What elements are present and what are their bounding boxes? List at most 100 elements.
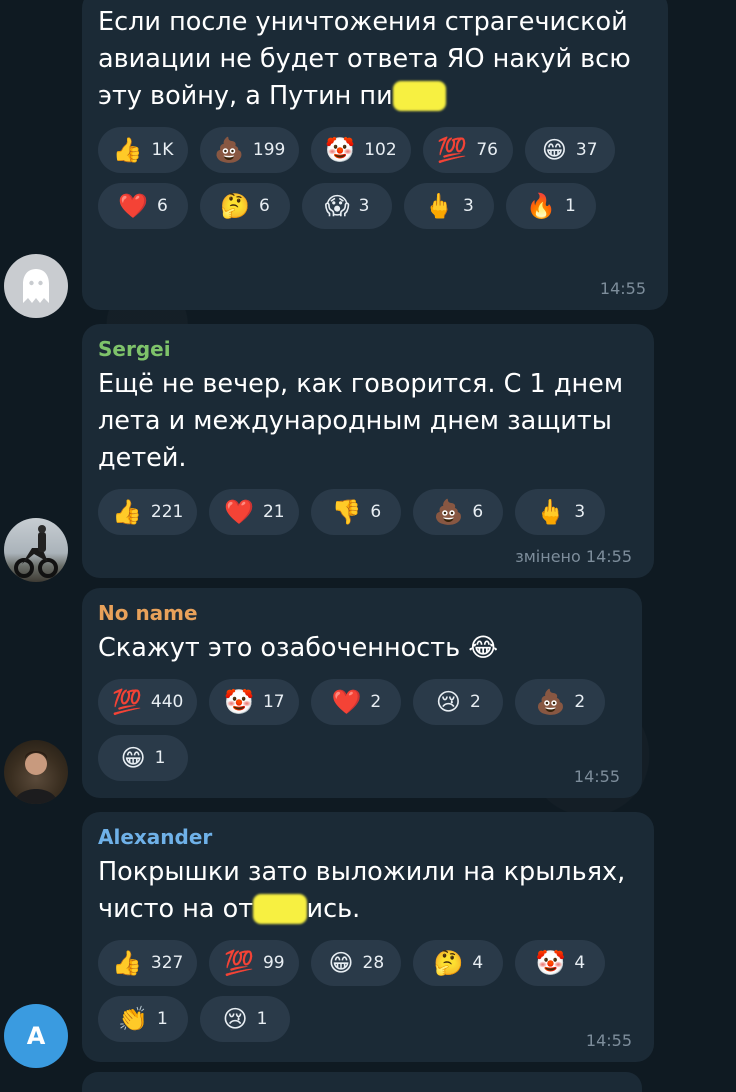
motorcycle-photo — [14, 525, 58, 578]
message-text: Если после уничтожения страгечиской авиа… — [98, 7, 631, 111]
reaction-count: 37 — [575, 140, 598, 160]
reaction-emoji-icon: 😢 — [435, 688, 461, 716]
reaction-count: 1 — [157, 1009, 168, 1029]
reaction-chip[interactable]: 👏 1 — [98, 996, 188, 1042]
reaction-emoji-icon: 🤔 — [220, 192, 251, 220]
reaction-count: 221 — [150, 502, 184, 522]
reaction-emoji-icon: 😁 — [120, 744, 146, 772]
reaction-count: 3 — [574, 502, 586, 522]
reaction-emoji-icon: 😁 — [328, 949, 354, 977]
reaction-count: 327 — [150, 953, 184, 973]
reaction-count: 1 — [154, 748, 166, 768]
reaction-chip[interactable]: 😁 28 — [311, 940, 402, 986]
reaction-chip[interactable]: 🖕 3 — [404, 183, 494, 229]
reaction-count: 1K — [151, 140, 174, 160]
reaction-chip[interactable]: 😁 37 — [524, 127, 615, 173]
reaction-emoji-icon: 😱 — [324, 192, 350, 220]
reaction-count: 1 — [565, 196, 576, 216]
reaction-emoji-icon: 👎 — [331, 498, 362, 526]
reaction-emoji-icon: 👏 — [118, 1005, 149, 1033]
next-message-bubble — [82, 1072, 642, 1092]
reaction-chip[interactable]: 🤔 4 — [413, 940, 504, 986]
reaction-chip[interactable]: 😢 1 — [200, 996, 290, 1042]
avatar[interactable] — [4, 740, 68, 804]
reaction-count: 17 — [262, 692, 285, 712]
reaction-chip[interactable]: 😱 3 — [302, 183, 392, 229]
reaction-emoji-icon: ❤️ — [224, 498, 254, 526]
reactions-row: 👍 221 ❤️ 21 👎 6 💩 6 🖕 3 — [98, 489, 638, 535]
reaction-chip[interactable]: ❤️ 6 — [98, 183, 188, 229]
reaction-emoji-icon: ❤️ — [118, 192, 149, 220]
reaction-chip[interactable]: 🔥 1 — [506, 183, 596, 229]
message-bubble[interactable]: No name Скажут это озабоченность 😂 💯 440 🤡… — [82, 588, 642, 798]
reaction-count: 1 — [256, 1009, 268, 1029]
reaction-count: 2 — [469, 692, 481, 712]
reaction-chip[interactable]: 👎 6 — [311, 489, 402, 535]
reaction-chip[interactable]: 💯 99 — [209, 940, 300, 986]
reaction-count: 3 — [463, 196, 474, 216]
reactions-row: 💯 440 🤡 17 ❤️ 2 😢 2 💩 2 😁 1 — [98, 679, 638, 781]
message-text: Ещё не вечер, как говорится. С 1 днем ле… — [98, 369, 624, 473]
reaction-count: 21 — [262, 502, 285, 522]
reaction-count: 4 — [472, 953, 484, 973]
reaction-emoji-icon: 💯 — [112, 688, 142, 716]
avatar[interactable] — [4, 518, 68, 582]
sender-name[interactable]: No name — [98, 602, 626, 624]
reaction-chip[interactable]: ❤️ 21 — [209, 489, 300, 535]
reaction-count: 440 — [150, 692, 184, 712]
message-time: 14:55 — [573, 767, 620, 786]
reaction-count: 6 — [157, 196, 168, 216]
message-bubble[interactable]: Alexander Покрышки зато выложили на крыл… — [82, 812, 654, 1062]
reaction-chip[interactable]: 👍 1K — [98, 127, 188, 173]
reaction-emoji-icon: 💩 — [214, 136, 244, 164]
sender-name[interactable]: Alexander — [98, 826, 638, 848]
reaction-count: 102 — [364, 140, 397, 160]
reaction-emoji-icon: 🤡 — [224, 688, 254, 716]
avatar[interactable]: A — [4, 1004, 68, 1068]
reaction-count: 2 — [370, 692, 382, 712]
reaction-count: 6 — [259, 196, 270, 216]
reaction-chip[interactable]: 💩 199 — [200, 127, 300, 173]
reaction-emoji-icon: 🖕 — [535, 498, 566, 526]
reaction-chip[interactable]: 🤔 6 — [200, 183, 290, 229]
reaction-emoji-icon: 😁 — [541, 136, 567, 164]
reaction-count: 76 — [476, 140, 498, 160]
reaction-chip[interactable]: 🖕 3 — [515, 489, 606, 535]
reaction-chip[interactable]: ❤️ 2 — [311, 679, 402, 725]
message-bubble[interactable]: Sergei Ещё не вечер, как говорится. С 1 … — [82, 324, 654, 578]
message-time: змінено 14:55 — [515, 547, 632, 566]
reaction-chip[interactable]: 🤡 17 — [209, 679, 300, 725]
person-photo — [14, 751, 58, 804]
reaction-chip[interactable]: 💯 440 — [98, 679, 198, 725]
reaction-count: 2 — [574, 692, 586, 712]
message-text: Покрышки зато выложили на крыльях, чисто… — [98, 857, 626, 924]
avatar-letter: A — [26, 1022, 46, 1050]
reaction-emoji-icon: 💯 — [437, 136, 468, 164]
reaction-chip[interactable]: 💯 76 — [422, 127, 513, 173]
reaction-emoji-icon: 🔥 — [526, 192, 557, 220]
reaction-emoji-icon: 💩 — [535, 688, 566, 716]
reaction-chip[interactable]: 😢 2 — [413, 679, 504, 725]
reaction-count: 28 — [362, 953, 385, 973]
sender-name[interactable]: Sergei — [98, 338, 638, 360]
reaction-emoji-icon: 💯 — [224, 949, 254, 977]
reaction-count: 99 — [262, 953, 285, 973]
reaction-chip[interactable]: 💩 6 — [413, 489, 504, 535]
reactions-row: 👍 327 💯 99 😁 28 🤔 4 🤡 4 👏 1 😢 1 — [98, 940, 638, 1042]
message-time: 14:55 — [599, 279, 646, 298]
message-time: 14:55 — [585, 1031, 632, 1050]
message-bubble[interactable]: Если после уничтожения страгечиской авиа… — [82, 0, 668, 310]
reaction-chip[interactable]: 👍 327 — [98, 940, 198, 986]
reaction-chip[interactable]: 👍 221 — [98, 489, 198, 535]
message-text: Скажут это озабоченность 😂 — [98, 633, 499, 663]
reaction-chip[interactable]: 😁 1 — [98, 735, 188, 781]
reaction-emoji-icon: 🤡 — [325, 136, 356, 164]
reaction-chip[interactable]: 🤡 102 — [311, 127, 411, 173]
reaction-emoji-icon: 💩 — [433, 498, 464, 526]
reaction-emoji-icon: 🖕 — [424, 192, 455, 220]
reaction-count: 199 — [252, 140, 286, 160]
ghost-icon — [23, 269, 49, 303]
reaction-chip[interactable]: 🤡 4 — [515, 940, 606, 986]
avatar[interactable] — [4, 254, 68, 318]
reaction-chip[interactable]: 💩 2 — [515, 679, 606, 725]
